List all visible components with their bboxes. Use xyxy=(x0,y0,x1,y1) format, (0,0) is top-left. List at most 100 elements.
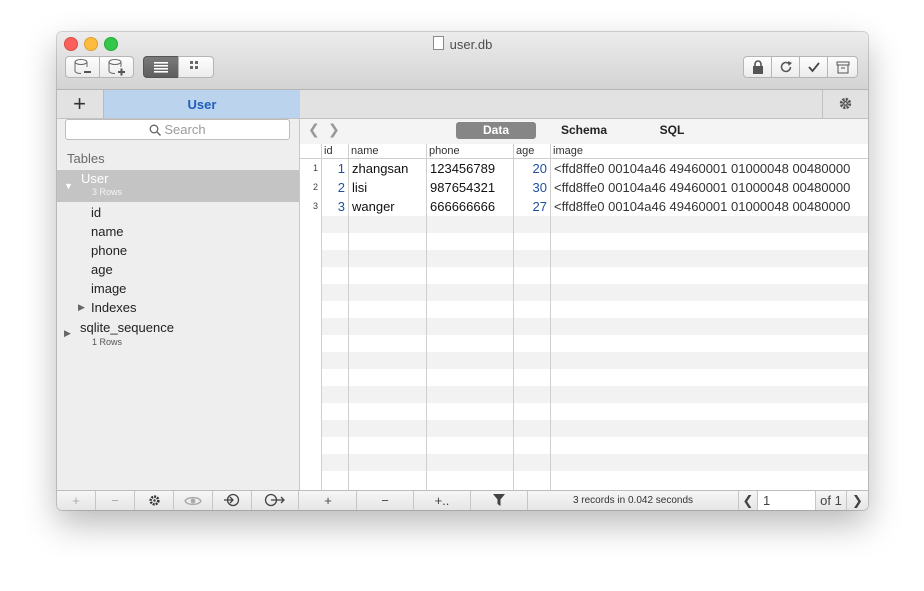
cell-image[interactable]: <ffd8ffe0 00104a46 49460001 01000048 004… xyxy=(554,159,868,178)
column-header-name[interactable]: name xyxy=(348,144,426,158)
column-divider xyxy=(348,144,349,490)
add-table-button[interactable]: + xyxy=(57,491,96,510)
column-divider xyxy=(550,144,551,490)
column-item[interactable]: age xyxy=(91,262,113,277)
grid-icon xyxy=(190,61,198,69)
row-stripe xyxy=(322,318,868,335)
next-page-button[interactable]: ❯ xyxy=(847,491,868,510)
commit-button[interactable] xyxy=(799,56,828,78)
cell-name[interactable]: zhangsan xyxy=(352,159,424,178)
data-grid: id name phone age image 1 1 zhangsan 123… xyxy=(300,144,868,490)
column-header-phone[interactable]: phone xyxy=(426,144,513,158)
archive-icon xyxy=(836,61,849,74)
cell-id[interactable]: 1 xyxy=(322,159,345,178)
sidebar: + User Search Tables ▼ User 3 Rows id na… xyxy=(57,90,300,490)
main-top-row xyxy=(300,90,868,119)
row-stripe xyxy=(322,352,868,369)
gear-icon xyxy=(148,495,160,506)
cell-image[interactable]: <ffd8ffe0 00104a46 49460001 01000048 004… xyxy=(554,178,868,197)
table-user-rows: 3 Rows xyxy=(92,187,123,197)
cell-id[interactable]: 2 xyxy=(322,178,345,197)
row-number: 2 xyxy=(312,182,318,192)
database-add-button[interactable] xyxy=(99,56,134,78)
database-minus-icon xyxy=(74,59,91,74)
table-user-name: User xyxy=(81,171,109,186)
window-title: user.db xyxy=(57,36,868,52)
tab-data[interactable]: Data xyxy=(456,122,536,139)
previous-page-button[interactable]: ❮ xyxy=(739,491,758,510)
triangle-right-icon[interactable]: ▶ xyxy=(78,302,85,313)
cell-age[interactable]: 27 xyxy=(514,197,547,216)
cell-phone[interactable]: 123456789 xyxy=(430,159,512,178)
sidebar-tab-row: + User xyxy=(57,90,300,119)
column-divider xyxy=(426,144,427,490)
row-number: 3 xyxy=(312,201,318,211)
database-remove-button[interactable] xyxy=(65,56,100,78)
bottom-bar: + − + − +.. 3 records in 0.042 seconds ❮… xyxy=(57,490,868,510)
app-window: user.db + User Search Tables ▼ User 3 Ro… xyxy=(57,32,868,510)
document-icon xyxy=(432,36,444,50)
cell-phone[interactable]: 987654321 xyxy=(430,178,512,197)
database-plus-icon xyxy=(108,59,125,76)
list-icon xyxy=(154,62,168,73)
page-total: of 1 xyxy=(816,491,847,510)
row-stripe xyxy=(322,284,868,301)
cell-age[interactable]: 30 xyxy=(514,178,547,197)
add-rows-button[interactable]: +.. xyxy=(414,491,471,510)
tab-user[interactable]: User xyxy=(103,90,300,118)
gear-icon xyxy=(839,97,852,110)
cell-phone[interactable]: 666666666 xyxy=(430,197,512,216)
back-arrow-icon[interactable]: ❮ xyxy=(308,121,320,138)
remove-table-button[interactable]: − xyxy=(96,491,135,510)
row-stripe xyxy=(322,454,868,471)
triangle-right-icon[interactable]: ▶ xyxy=(64,328,71,339)
export-button[interactable] xyxy=(252,491,299,510)
cell-id[interactable]: 3 xyxy=(322,197,345,216)
preview-button[interactable] xyxy=(174,491,213,510)
forward-arrow-icon[interactable]: ❯ xyxy=(328,121,340,138)
page-input[interactable]: 1 xyxy=(758,491,816,510)
table-settings-button[interactable] xyxy=(135,491,174,510)
table-sequence-name[interactable]: sqlite_sequence xyxy=(80,320,174,335)
column-item[interactable]: id xyxy=(91,205,101,220)
triangle-down-icon[interactable]: ▼ xyxy=(64,181,73,191)
row-stripe xyxy=(322,420,868,437)
remove-row-button[interactable]: − xyxy=(357,491,414,510)
import-button[interactable] xyxy=(213,491,252,510)
cell-name[interactable]: lisi xyxy=(352,178,424,197)
cell-age[interactable]: 20 xyxy=(514,159,547,178)
import-icon xyxy=(224,493,240,507)
row-stripe xyxy=(322,386,868,403)
grid-view-button[interactable] xyxy=(178,56,214,78)
row-stripe xyxy=(322,216,868,233)
lock-button[interactable] xyxy=(743,56,772,78)
column-header-id[interactable]: id xyxy=(321,144,348,158)
column-item[interactable]: phone xyxy=(91,243,127,258)
cell-name[interactable]: wanger xyxy=(352,197,424,216)
window-title-text: user.db xyxy=(449,37,493,52)
main-panel: ❮ ❯ Data Schema SQL id name phone age im… xyxy=(300,90,868,490)
add-row-button[interactable]: + xyxy=(300,491,357,510)
filter-button[interactable] xyxy=(471,491,528,510)
column-header-age[interactable]: age xyxy=(513,144,550,158)
tables-header: Tables xyxy=(67,151,105,166)
archive-button[interactable] xyxy=(827,56,858,78)
add-tab-button[interactable]: + xyxy=(57,90,102,118)
tab-sql[interactable]: SQL xyxy=(632,122,712,139)
eye-icon xyxy=(184,496,202,506)
filter-icon xyxy=(493,494,505,506)
search-icon xyxy=(149,124,162,136)
column-item[interactable]: image xyxy=(91,281,126,296)
checkmark-icon xyxy=(807,62,820,73)
refresh-button[interactable] xyxy=(771,56,800,78)
column-header-image[interactable]: image xyxy=(550,144,868,158)
lock-icon xyxy=(752,60,763,74)
cell-image[interactable]: <ffd8ffe0 00104a46 49460001 01000048 004… xyxy=(554,197,868,216)
settings-button[interactable] xyxy=(822,90,868,118)
list-view-button[interactable] xyxy=(143,56,179,78)
title-bar: user.db xyxy=(57,32,868,90)
column-item[interactable]: name xyxy=(91,224,124,239)
search-input[interactable]: Search xyxy=(65,119,290,140)
indexes-item[interactable]: Indexes xyxy=(91,300,137,315)
tab-schema[interactable]: Schema xyxy=(544,122,624,139)
